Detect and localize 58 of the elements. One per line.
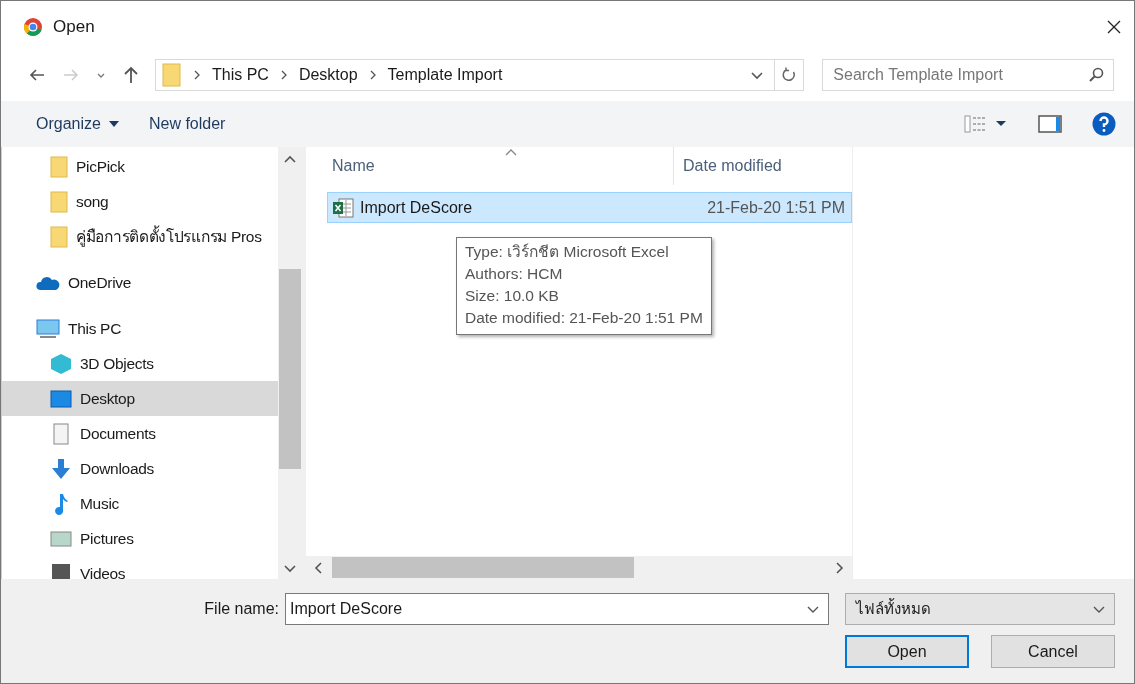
navigation-item[interactable]: Documents	[2, 416, 278, 451]
horizontal-scrollbar[interactable]	[306, 556, 852, 579]
scroll-right-icon[interactable]	[836, 561, 844, 574]
navigation-item[interactable]: Pictures	[2, 521, 278, 556]
folder-icon	[50, 155, 68, 178]
navigation-item[interactable]: Desktop	[2, 381, 278, 416]
preview-pane-icon[interactable]	[1038, 115, 1062, 133]
download-arrow-icon	[50, 457, 72, 480]
navigation-item[interactable]: song	[2, 184, 278, 219]
cloud-icon	[36, 275, 60, 290]
file-name-field[interactable]: Import DeScore	[285, 593, 829, 625]
cube-icon	[50, 352, 72, 375]
chevron-right-icon	[192, 70, 202, 80]
navigation-item[interactable]: Downloads	[2, 451, 278, 486]
breadcrumb[interactable]: Desktop	[298, 66, 358, 84]
file-type-dropdown[interactable]: ไฟล์ทั้งหมด	[845, 593, 1115, 625]
breadcrumb[interactable]: This PC	[212, 66, 269, 84]
new-folder-button[interactable]: New folder	[148, 115, 226, 133]
navigation-item[interactable]: Music	[2, 486, 278, 521]
spreadsheet-icon	[332, 196, 354, 219]
organize-button[interactable]: Organize	[36, 115, 119, 133]
open-button[interactable]: Open	[845, 635, 969, 668]
folder-icon	[50, 190, 68, 213]
sort-caret-icon	[505, 149, 517, 156]
navigation-item[interactable]: คู่มือการติดตั้งโปรแกรม Pros	[2, 219, 278, 254]
navigation-item[interactable]: Videos	[2, 556, 278, 579]
file-row[interactable]: Import DeScore 21-Feb-20 1:51 PM	[327, 192, 852, 223]
browser-icon	[23, 17, 43, 37]
search-icon	[1088, 67, 1104, 83]
address-bar[interactable]: This PC Desktop Template Import	[155, 59, 805, 91]
view-options-icon[interactable]	[964, 114, 1008, 134]
document-icon	[50, 422, 72, 445]
breadcrumb[interactable]: Template Import	[387, 66, 503, 84]
tooltip-line: Authors: HCM	[465, 264, 564, 284]
navigation-item[interactable]: PicPick	[2, 149, 278, 184]
monitor-icon	[36, 318, 60, 339]
window-title: Open	[53, 17, 95, 37]
file-name-label: File name:	[204, 600, 279, 618]
dropdown-caret-icon	[108, 121, 119, 127]
monitor-icon	[50, 387, 72, 410]
close-icon[interactable]	[1106, 19, 1122, 35]
tooltip-line: Type: เวิร์กชีต Microsoft Excel	[465, 242, 670, 262]
search-field[interactable]: Search Template Import	[822, 59, 1114, 91]
navigation-item[interactable]: OneDrive	[2, 265, 278, 300]
scroll-left-icon[interactable]	[314, 561, 322, 574]
scroll-up-icon[interactable]	[284, 155, 296, 163]
cancel-button[interactable]: Cancel	[991, 635, 1115, 668]
folder-icon	[162, 63, 182, 87]
column-header[interactable]: Date modified	[674, 147, 782, 185]
folder-icon	[50, 225, 68, 248]
tooltip-line: Date modified: 21-Feb-20 1:51 PM	[465, 308, 703, 328]
column-header[interactable]: Name	[306, 147, 674, 185]
navigation-item[interactable]: 3D Objects	[2, 346, 278, 381]
tooltip-line: Size: 10.0 KB	[465, 286, 560, 306]
scroll-down-icon[interactable]	[284, 565, 296, 573]
refresh-icon	[781, 67, 798, 83]
navigation-item[interactable]: This PC	[2, 311, 278, 346]
help-icon[interactable]	[1092, 112, 1116, 136]
